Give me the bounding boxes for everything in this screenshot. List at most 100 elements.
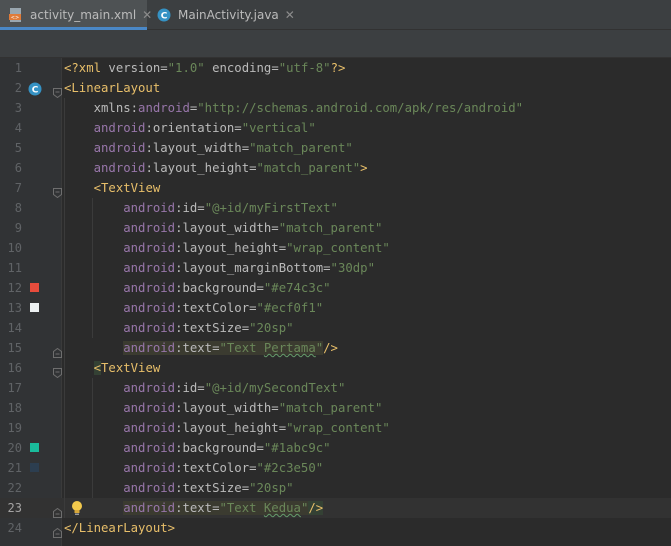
code-text[interactable]: android:layout_height="match_parent">: [64, 158, 368, 178]
class-c-icon[interactable]: C: [28, 81, 42, 96]
code-line[interactable]: 12 android:background="#e74c3c": [0, 278, 671, 298]
code-line[interactable]: 9 android:layout_width="match_parent": [0, 218, 671, 238]
code-token: "match_parent": [278, 401, 383, 415]
code-text[interactable]: android:text="Text Pertama"/>: [64, 338, 338, 358]
code-text[interactable]: android:id="@+id/mySecondText": [64, 378, 345, 398]
color-swatch-icon[interactable]: [30, 463, 39, 472]
code-line[interactable]: 1 <?xml version="1.0" encoding="utf-8"?>: [0, 58, 671, 78]
code-line[interactable]: 8 android:id="@+id/myFirstText": [0, 198, 671, 218]
code-line[interactable]: 18 android:layout_width="match_parent": [0, 398, 671, 418]
code-text[interactable]: android:layout_width="match_parent": [64, 138, 353, 158]
code-line[interactable]: 13 android:textColor="#ecf0f1": [0, 298, 671, 318]
code-text[interactable]: android:id="@+id/myFirstText": [64, 198, 338, 218]
line-number: 19: [7, 421, 22, 435]
code-token: <?xml: [64, 61, 109, 75]
code-text[interactable]: android:background="#e74c3c": [64, 278, 331, 298]
code-line[interactable]: 7 <TextView: [0, 178, 671, 198]
code-text[interactable]: <?xml version="1.0" encoding="utf-8"?>: [64, 58, 345, 78]
code-line[interactable]: 17 android:id="@+id/mySecondText": [0, 378, 671, 398]
line-number: 5: [14, 141, 22, 155]
close-icon[interactable]: ✕: [285, 8, 295, 22]
fold-close-icon[interactable]: [53, 503, 62, 518]
color-swatch-icon[interactable]: [30, 443, 39, 452]
code-token: android: [123, 321, 176, 335]
code-text[interactable]: android:textSize="20sp": [64, 318, 294, 338]
code-token: "vertical": [241, 121, 316, 135]
fold-close-icon[interactable]: [53, 343, 62, 358]
code-token: :layout_width=: [175, 401, 279, 415]
code-line[interactable]: 23 android:text="Text Kedua"/>: [0, 498, 671, 518]
code-line[interactable]: 20 android:background="#1abc9c": [0, 438, 671, 458]
code-token: "20sp": [249, 481, 294, 495]
code-text[interactable]: android:layout_height="wrap_content": [64, 238, 390, 258]
code-token: :layout_width=: [175, 221, 279, 235]
code-token: Pertama: [263, 341, 316, 355]
code-token: <TextView: [93, 181, 161, 195]
code-token: "20sp": [249, 321, 294, 335]
code-token: xmlns:: [93, 101, 139, 115]
code-text[interactable]: android:background="#1abc9c": [64, 438, 331, 458]
code-line[interactable]: 24 </LinearLayout>: [0, 518, 671, 538]
code-token: android: [123, 441, 176, 455]
color-swatch-icon[interactable]: [30, 283, 39, 292]
code-line[interactable]: 5 android:layout_width="match_parent": [0, 138, 671, 158]
line-number: 16: [7, 361, 22, 375]
code-text[interactable]: android:layout_marginBottom="30dp": [64, 258, 375, 278]
code-token: :textColor=: [175, 461, 257, 475]
code-token: android: [123, 241, 176, 255]
code-line[interactable]: 10 android:layout_height="wrap_content": [0, 238, 671, 258]
code-token: :textSize=: [175, 321, 250, 335]
tab-main-activity-java[interactable]: C MainActivity.java ✕: [148, 0, 295, 30]
fold-open-icon[interactable]: [53, 183, 62, 199]
fold-close-icon[interactable]: [53, 523, 62, 538]
code-line[interactable]: 2 <LinearLayout: [0, 78, 671, 98]
code-text[interactable]: android:layout_height="wrap_content": [64, 418, 390, 438]
code-token: />: [308, 501, 324, 515]
code-token: android: [93, 161, 146, 175]
code-token: "1.0": [167, 61, 205, 75]
fold-open-icon[interactable]: [53, 363, 62, 379]
code-line[interactable]: 3 xmlns:android="http://schemas.android.…: [0, 98, 671, 118]
line-number: 13: [7, 301, 22, 315]
code-line[interactable]: 16 <TextView: [0, 358, 671, 378]
code-token: android: [123, 421, 176, 435]
code-text[interactable]: android:text="Text Kedua"/>: [64, 498, 324, 518]
code-text[interactable]: android:layout_width="match_parent": [64, 398, 382, 418]
code-text[interactable]: android:orientation="vertical": [64, 118, 316, 138]
code-text[interactable]: xmlns:android="http://schemas.android.co…: [64, 98, 523, 118]
line-number: 2: [14, 81, 22, 95]
code-token: :id=: [175, 201, 205, 215]
code-line[interactable]: 4 android:orientation="vertical": [0, 118, 671, 138]
code-text[interactable]: android:layout_width="match_parent": [64, 218, 382, 238]
code-line[interactable]: 11 android:layout_marginBottom="30dp": [0, 258, 671, 278]
code-line[interactable]: 19 android:layout_height="wrap_content": [0, 418, 671, 438]
code-line[interactable]: 21 android:textColor="#2c3e50": [0, 458, 671, 478]
code-token: "Text: [219, 341, 264, 355]
svg-text:C: C: [32, 86, 39, 96]
color-swatch-icon[interactable]: [30, 303, 39, 312]
code-text[interactable]: </LinearLayout>: [64, 518, 175, 538]
fold-open-icon[interactable]: [53, 83, 62, 99]
code-text[interactable]: android:textColor="#ecf0f1": [64, 298, 323, 318]
code-line[interactable]: 6 android:layout_height="match_parent">: [0, 158, 671, 178]
lightbulb-icon[interactable]: [70, 500, 84, 516]
code-text[interactable]: android:textSize="20sp": [64, 478, 294, 498]
code-text[interactable]: <TextView: [64, 358, 160, 378]
editor-toolbar: [0, 30, 671, 58]
code-token: "#1abc9c": [263, 441, 331, 455]
code-text[interactable]: android:textColor="#2c3e50": [64, 458, 323, 478]
code-token: "@+id/myFirstText": [204, 201, 338, 215]
code-text[interactable]: <TextView: [64, 178, 161, 198]
code-token: "#e74c3c": [263, 281, 331, 295]
code-text[interactable]: <LinearLayout: [64, 78, 160, 98]
code-line[interactable]: 15 android:text="Text Pertama"/>: [0, 338, 671, 358]
code-line[interactable]: 22 android:textSize="20sp": [0, 478, 671, 498]
tab-activity-main-xml[interactable]: <> activity_main.xml ✕: [0, 0, 152, 30]
code-line[interactable]: 14 android:textSize="20sp": [0, 318, 671, 338]
